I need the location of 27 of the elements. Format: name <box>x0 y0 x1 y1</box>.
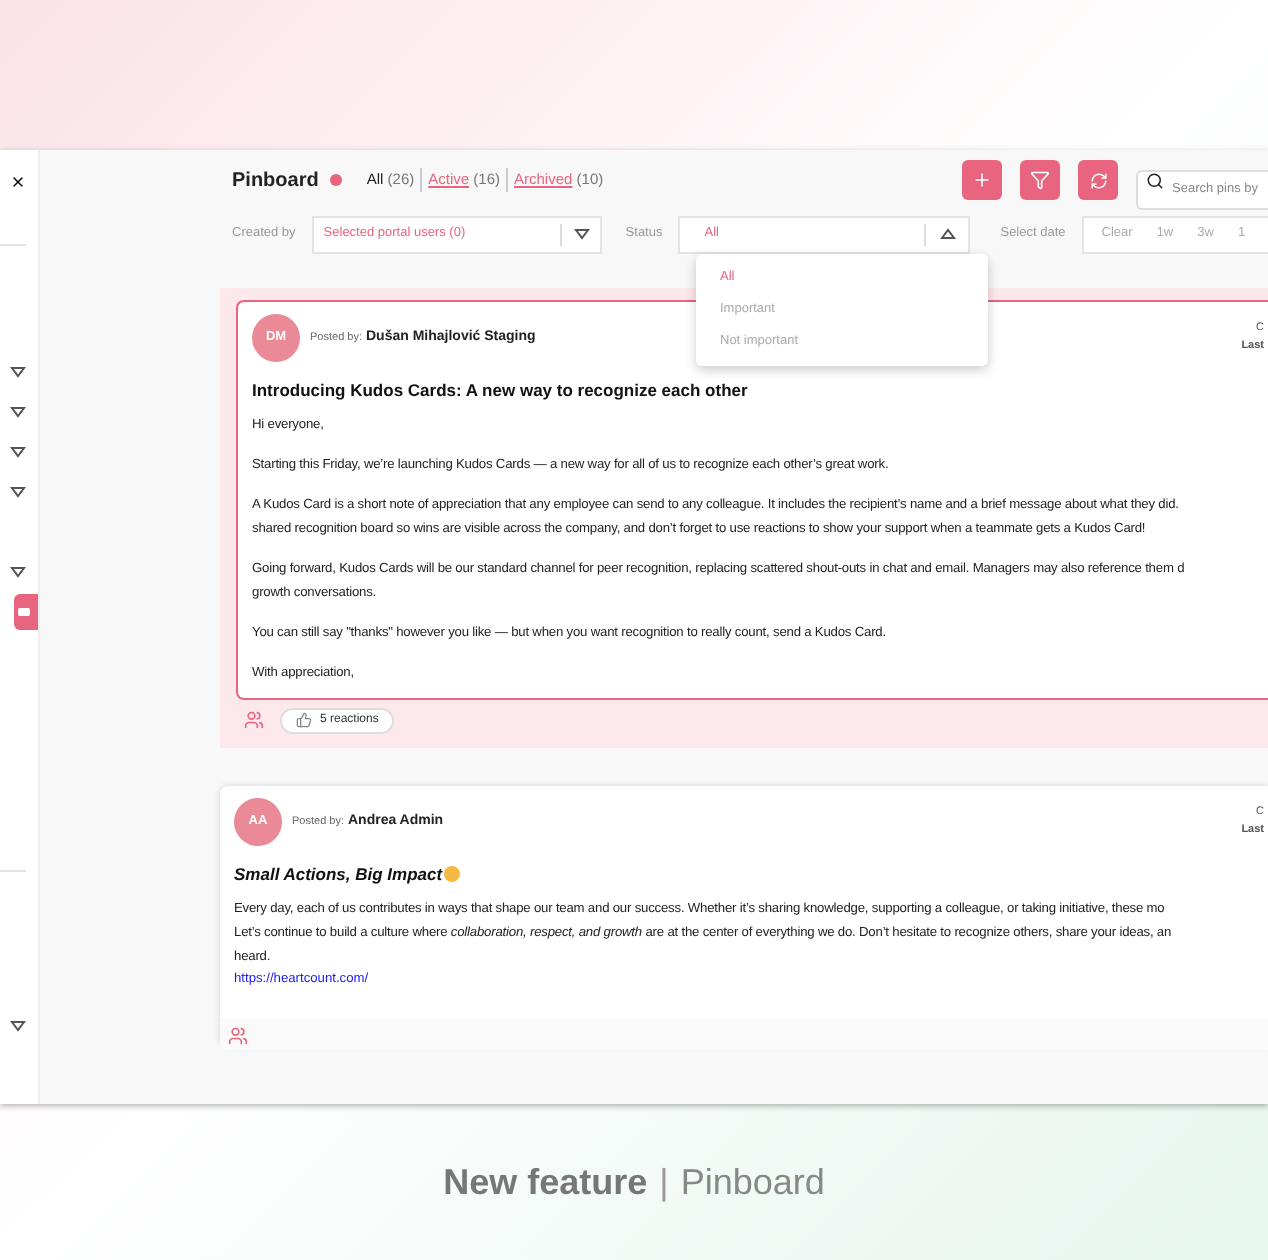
filter-icon <box>1030 170 1050 190</box>
caret-icon <box>10 486 26 498</box>
pin-title: Introducing Kudos Cards: A new way to recognize each other <box>252 378 748 404</box>
caret-icon <box>10 406 26 418</box>
caret-icon <box>10 1020 26 1032</box>
search-icon <box>1146 171 1164 189</box>
thumbs-up-icon <box>296 712 312 729</box>
caret-icon <box>10 366 26 378</box>
close-icon[interactable] <box>10 174 26 190</box>
caret-icon <box>940 228 957 240</box>
pin-title: Small Actions, Big Impact <box>234 861 443 887</box>
plus-icon <box>972 170 992 190</box>
people-icon[interactable] <box>228 1025 248 1045</box>
caret-icon <box>10 446 26 458</box>
info-icon[interactable] <box>330 174 343 186</box>
toggle-button[interactable] <box>14 594 38 630</box>
people-icon[interactable] <box>244 710 264 731</box>
page-title: Pinboard <box>232 167 319 195</box>
add-button[interactable] <box>962 160 1002 200</box>
caret-icon <box>10 566 26 578</box>
caret-icon <box>573 228 590 240</box>
refresh-button[interactable] <box>1078 160 1118 200</box>
filter-button[interactable] <box>1020 160 1060 200</box>
caption-title: New feature <box>443 1159 648 1205</box>
caption-separator: | <box>659 1159 669 1206</box>
caption-subtitle: Pinboard <box>680 1159 825 1205</box>
refresh-icon <box>1089 171 1107 189</box>
